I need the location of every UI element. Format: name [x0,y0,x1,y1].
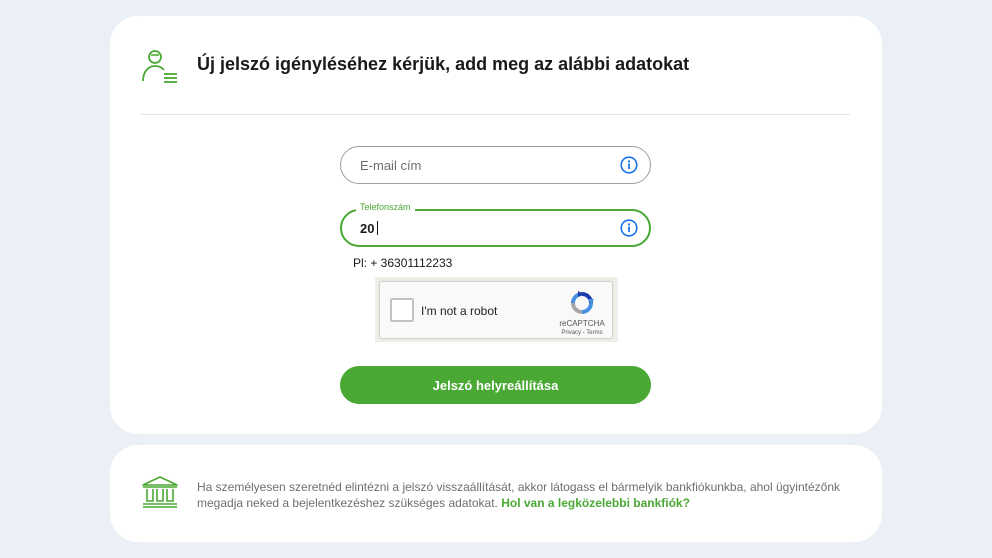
user-list-icon [142,50,177,83]
text-caret [377,221,379,235]
branch-info-card: Ha személyesen szeretnéd elintézni a jel… [110,445,882,542]
info-icon[interactable] [620,156,638,174]
phone-hint: Pl: + 36301112233 [353,256,453,270]
reset-password-button[interactable]: Jelszó helyreállítása [340,366,651,404]
recaptcha-logo-icon [571,291,594,314]
phone-value: 20 [360,221,379,236]
recaptcha-widget: I'm not a robot reCAPTCHA Privacy - Term… [375,277,618,342]
recaptcha-panel: I'm not a robot reCAPTCHA Privacy - Term… [379,281,613,339]
phone-label: Telefonszám [356,202,415,212]
bank-icon [142,476,178,508]
email-field[interactable]: E-mail cím [340,146,651,184]
recaptcha-label: I'm not a robot [421,304,498,318]
recaptcha-brand: reCAPTCHA [559,319,605,328]
nearest-branch-link[interactable]: Hol van a legközelebbi bankfiók? [501,496,690,510]
reset-card: Új jelszó igényléséhez kérjük, add meg a… [110,16,882,434]
email-placeholder: E-mail cím [360,158,422,173]
phone-field[interactable]: Telefonszám 20 [340,202,651,247]
branch-info-text: Ha személyesen szeretnéd elintézni a jel… [197,479,847,511]
page-title: Új jelszó igényléséhez kérjük, add meg a… [197,54,690,74]
divider [141,114,850,115]
recaptcha-checkbox[interactable] [390,298,414,322]
info-icon[interactable] [620,219,638,237]
recaptcha-links[interactable]: Privacy - Terms [552,330,612,336]
